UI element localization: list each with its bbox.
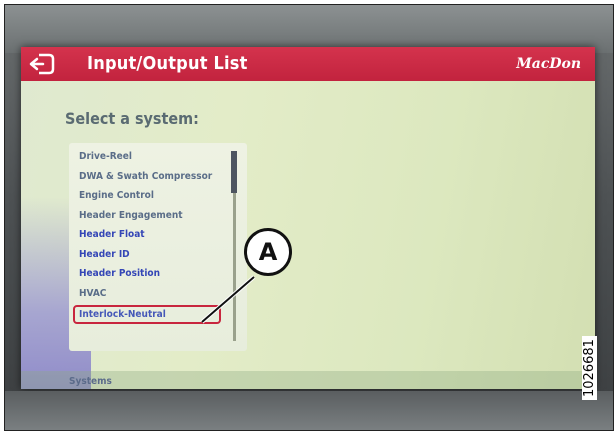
callout-label: A	[244, 228, 292, 276]
list-item-header-id[interactable]: Header ID	[79, 245, 221, 265]
select-system-prompt: Select a system:	[65, 109, 199, 128]
list-item-interlock-neutral[interactable]: Interlock-Neutral	[73, 305, 221, 324]
photo-frame: Input/Output List MacDon Select a system…	[4, 4, 614, 431]
list-item-header-float[interactable]: Header Float	[79, 225, 221, 245]
list-item-header-engagement[interactable]: Header Engagement	[79, 206, 221, 226]
callout-a: A	[244, 228, 298, 282]
list-scrollbar-thumb[interactable]	[231, 151, 237, 193]
title-bar: Input/Output List MacDon	[21, 47, 595, 81]
system-list: Drive-Reel DWA & Swath Compressor Engine…	[69, 143, 247, 351]
list-item-header-position[interactable]: Header Position	[79, 264, 221, 284]
status-label: Systems	[69, 376, 112, 387]
brand-logo: MacDon	[516, 56, 581, 72]
display-bezel-top	[5, 5, 613, 53]
page-title: Input/Output List	[87, 53, 248, 74]
list-item-engine-control[interactable]: Engine Control	[79, 186, 221, 206]
display-bezel-bottom	[5, 391, 613, 430]
list-item-hvac[interactable]: HVAC	[79, 284, 221, 304]
back-arrow-icon[interactable]	[29, 52, 57, 76]
display-screen: Input/Output List MacDon Select a system…	[21, 47, 595, 389]
list-item-drive-reel[interactable]: Drive-Reel	[79, 147, 221, 167]
list-item-dwa-swath-compressor[interactable]: DWA & Swath Compressor	[79, 167, 221, 187]
figure-id: 1026681	[582, 336, 597, 400]
